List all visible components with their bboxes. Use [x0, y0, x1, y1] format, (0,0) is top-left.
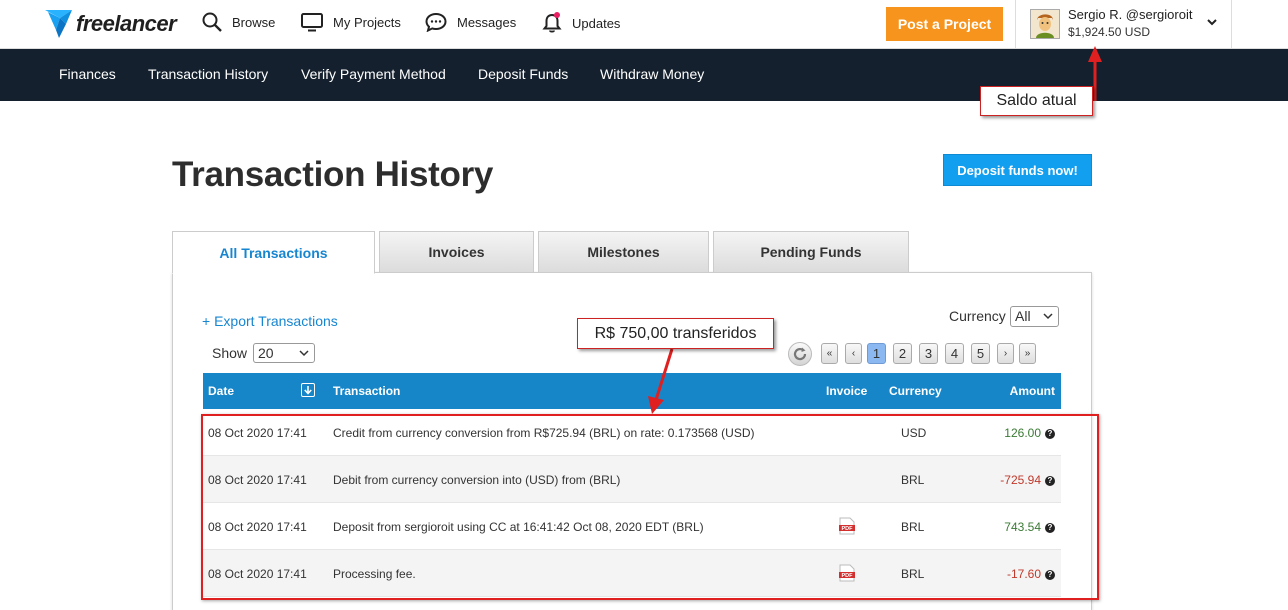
avatar [1030, 9, 1060, 39]
balance-callout: Saldo atual [980, 86, 1093, 116]
transfer-callout: R$ 750,00 transferidos [577, 318, 774, 349]
tab-milestones[interactable]: Milestones [538, 231, 709, 273]
show-label: Show [212, 345, 248, 361]
subnav-verify-payment-method[interactable]: Verify Payment Method [301, 66, 446, 82]
pagination-next[interactable]: › [997, 343, 1014, 364]
pagination-prev[interactable]: ‹ [845, 343, 862, 364]
column-invoice: Invoice [826, 384, 868, 398]
column-date[interactable]: Date [208, 384, 234, 398]
show-select-value: 20 [258, 345, 274, 361]
currency-select[interactable]: All [1010, 306, 1059, 327]
logo-text: freelancer [76, 11, 177, 36]
pagination-page-1[interactable]: 1 [867, 343, 886, 364]
show-select[interactable]: 20 [253, 343, 315, 363]
page: freelancer Browse My Projects Messages U… [0, 0, 1288, 610]
nav-my-projects-label: My Projects [333, 14, 401, 30]
nav-messages-label: Messages [457, 14, 517, 30]
freelancer-bird-icon [45, 10, 72, 38]
finance-subnav: Finances Transaction History Verify Paym… [0, 49, 1288, 101]
tab-invoices[interactable]: Invoices [379, 231, 534, 273]
currency-label: Currency [949, 308, 1006, 324]
sort-button[interactable] [301, 383, 315, 397]
monitor-icon [301, 13, 323, 32]
user-menu[interactable]: Sergio R. @sergioroit $1,924.50 USD [1015, 0, 1232, 49]
nav-updates-label: Updates [572, 15, 621, 31]
nav-browse-label: Browse [232, 14, 276, 30]
sort-down-icon [304, 386, 312, 395]
logo[interactable]: freelancer [44, 8, 177, 40]
column-transaction: Transaction [333, 384, 401, 398]
tab-all-transactions[interactable]: All Transactions [172, 231, 375, 274]
post-project-button[interactable]: Post a Project [886, 7, 1003, 41]
pagination-last[interactable]: » [1019, 343, 1036, 364]
annotation-highlight-box [201, 414, 1099, 600]
nav-browse[interactable]: Browse [202, 12, 275, 32]
column-amount: Amount [1009, 384, 1055, 398]
refresh-button[interactable] [788, 342, 812, 366]
search-icon [202, 12, 222, 32]
table-header: Date Transaction Invoice Currency Amount [203, 373, 1061, 409]
chevron-down-icon[interactable] [1206, 16, 1218, 28]
subnav-deposit-funds[interactable]: Deposit Funds [478, 66, 568, 82]
chat-icon [425, 12, 447, 32]
nav-my-projects[interactable]: My Projects [301, 12, 401, 32]
nav-messages[interactable]: Messages [425, 12, 516, 32]
tab-pending-funds[interactable]: Pending Funds [713, 231, 909, 273]
chevron-down-icon [1043, 313, 1053, 320]
nav-updates[interactable]: Updates [542, 12, 620, 34]
pagination-page-2[interactable]: 2 [893, 343, 912, 364]
pagination-page-5[interactable]: 5 [971, 343, 990, 364]
user-balance: $1,924.50 USD [1068, 25, 1151, 39]
page-title: Transaction History [172, 155, 494, 194]
subnav-transaction-history[interactable]: Transaction History [148, 66, 268, 82]
chevron-down-icon [299, 350, 309, 357]
column-currency: Currency [889, 384, 942, 398]
currency-select-value: All [1015, 308, 1031, 324]
user-name: Sergio R. @sergioroit [1068, 7, 1193, 22]
pagination-page-4[interactable]: 4 [945, 343, 964, 364]
subnav-withdraw-money[interactable]: Withdraw Money [600, 66, 704, 82]
refresh-icon [793, 347, 807, 361]
top-header: freelancer Browse My Projects Messages U… [0, 0, 1288, 49]
export-transactions-link[interactable]: + Export Transactions [202, 313, 338, 329]
subnav-finances[interactable]: Finances [59, 66, 116, 82]
deposit-funds-button[interactable]: Deposit funds now! [943, 154, 1092, 186]
pagination-page-3[interactable]: 3 [919, 343, 938, 364]
bell-icon [542, 12, 562, 33]
pagination-first[interactable]: « [821, 343, 838, 364]
user-avatar-icon [1031, 10, 1059, 38]
